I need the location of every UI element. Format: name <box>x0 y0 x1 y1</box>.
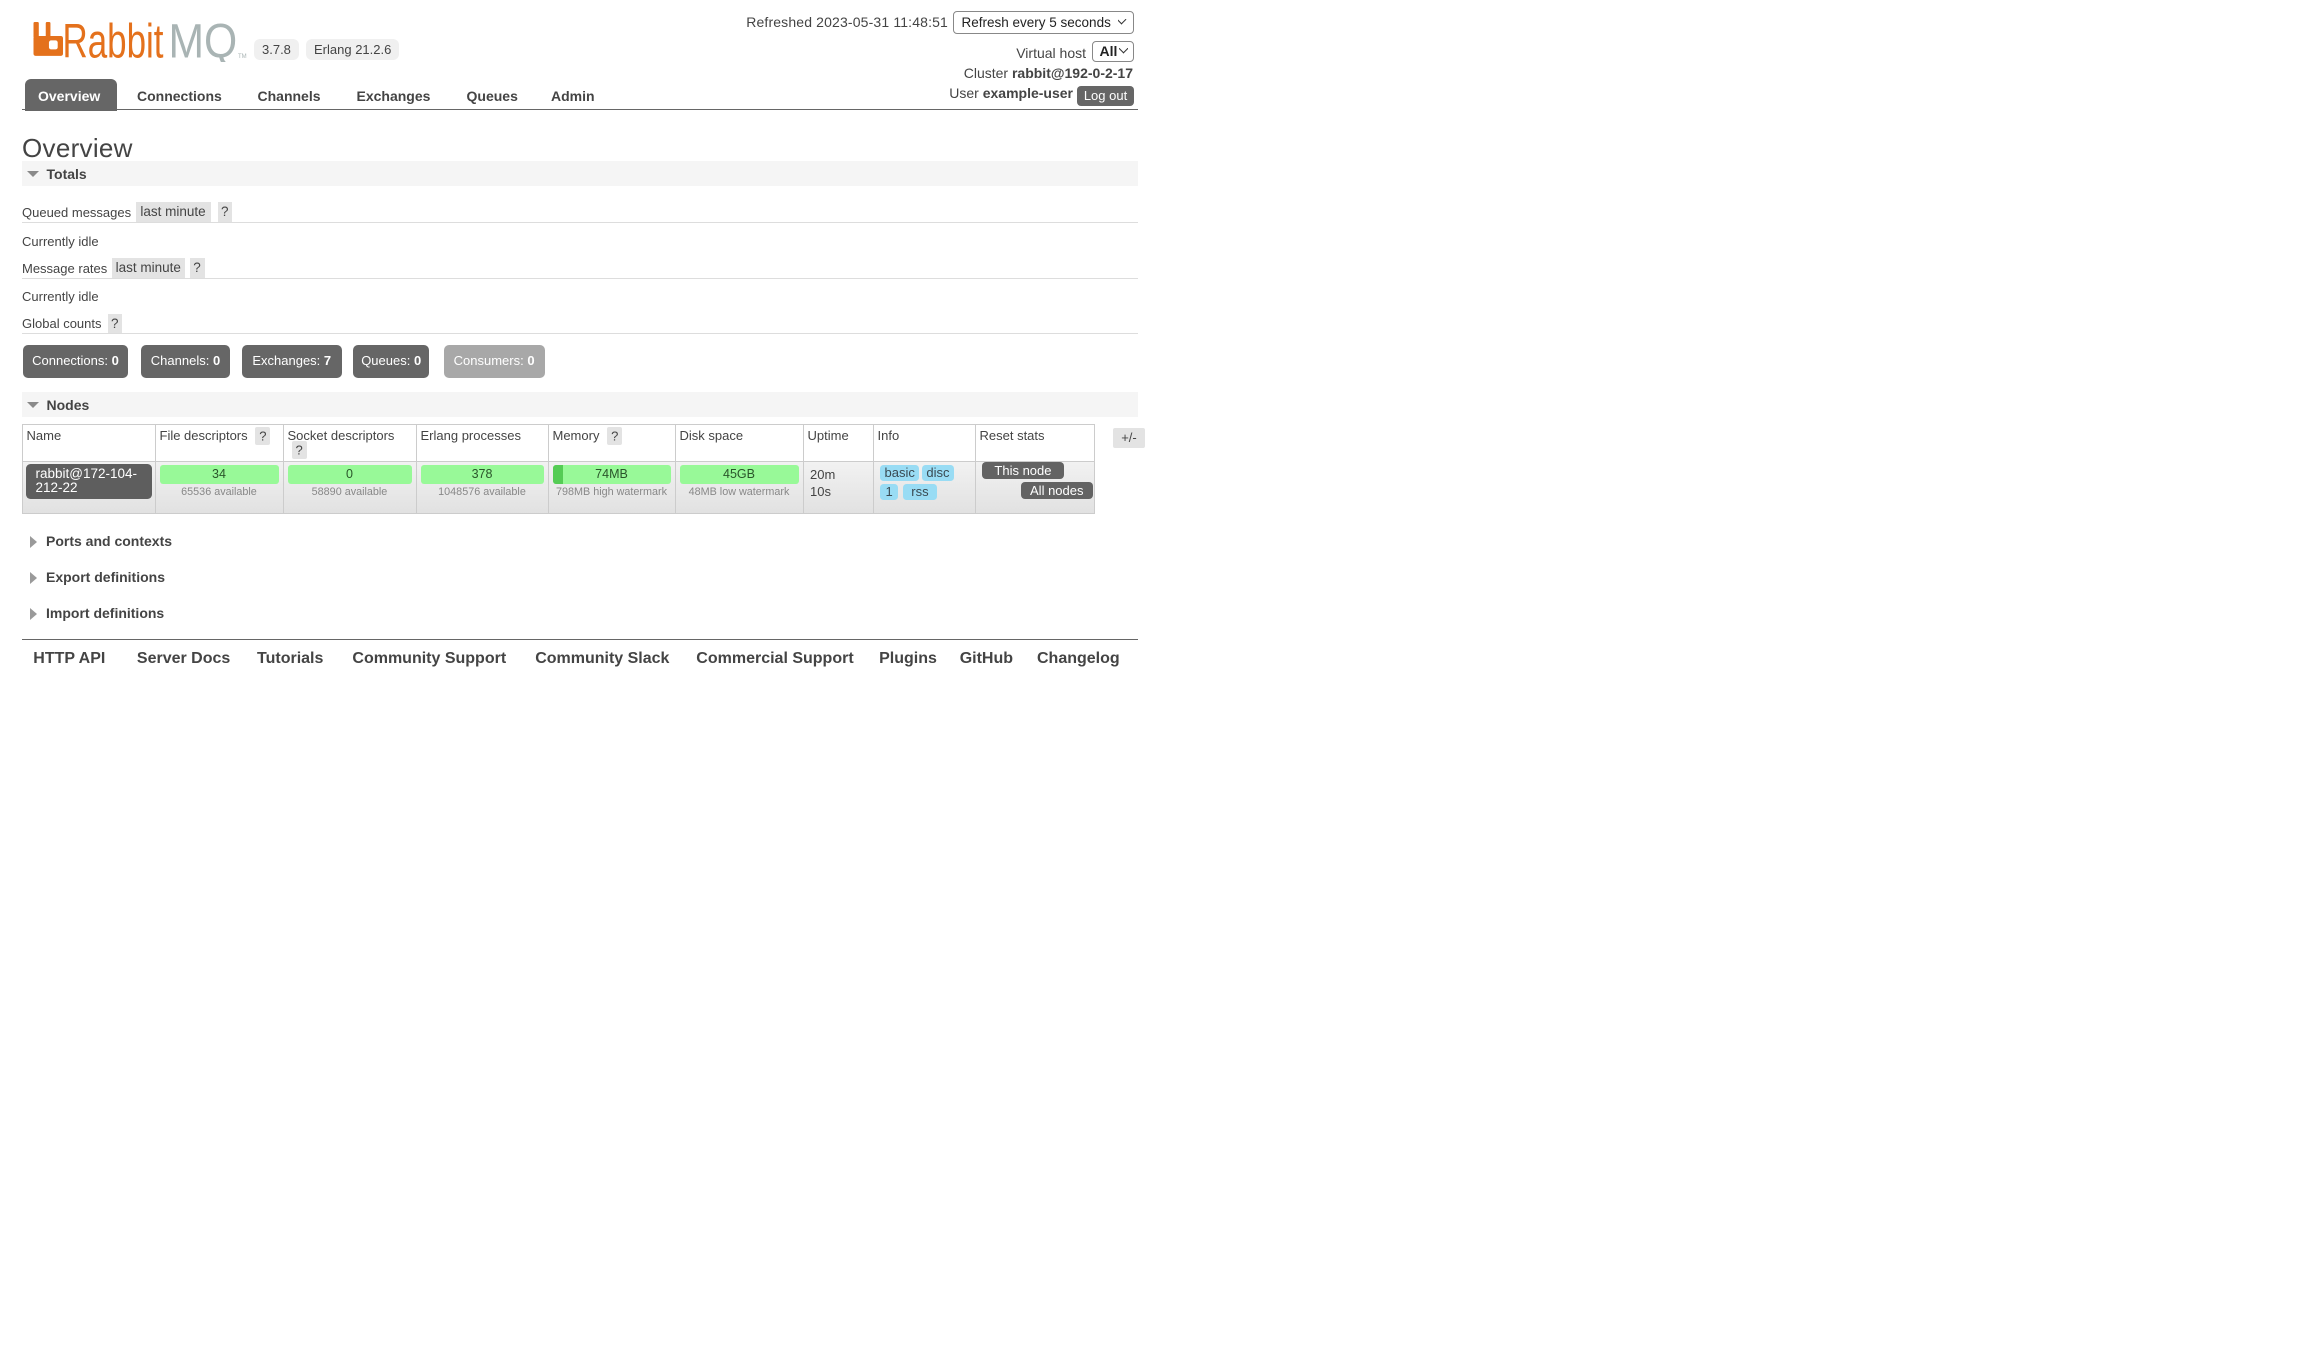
svg-text:Rabbit: Rabbit <box>63 20 164 62</box>
svg-text:MQ: MQ <box>169 20 238 62</box>
svg-text:TM: TM <box>238 54 247 60</box>
